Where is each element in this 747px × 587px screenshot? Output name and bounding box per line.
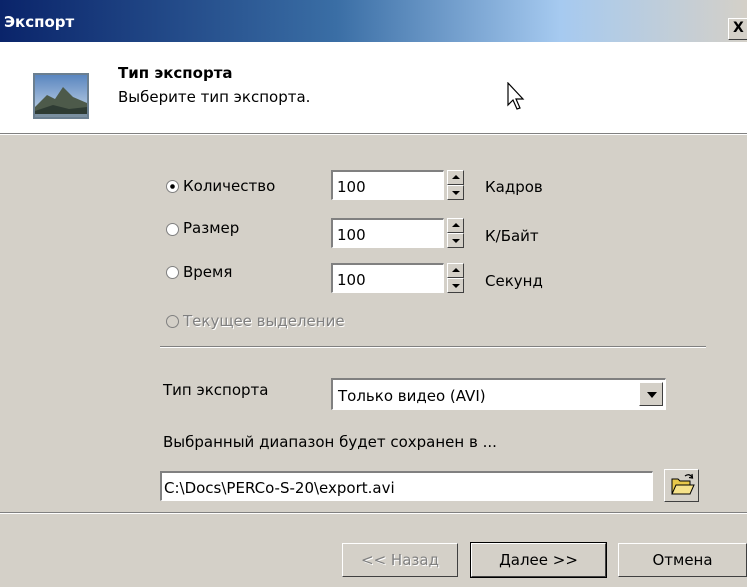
dropdown-button[interactable]	[639, 382, 663, 406]
arrow-down-icon	[452, 191, 460, 195]
arrow-up-icon	[452, 175, 460, 179]
chevron-down-icon	[647, 392, 657, 398]
radio-time[interactable]	[166, 266, 179, 279]
next-button[interactable]: Далее >>	[470, 542, 607, 578]
path-input[interactable]: C:\Docs\PERCo-S-20\export.avi	[160, 471, 653, 501]
footer-divider	[0, 512, 747, 514]
header-title: Тип экспорта	[118, 64, 233, 82]
spin-up-button[interactable]	[447, 218, 464, 233]
cancel-button-label: Отмена	[652, 551, 713, 569]
open-folder-icon	[671, 473, 695, 495]
header-divider	[0, 134, 747, 135]
arrow-up-icon	[452, 223, 460, 227]
spin-down-button[interactable]	[447, 233, 464, 248]
header-subtitle: Выберите тип экспорта.	[118, 88, 311, 106]
quantity-input[interactable]: 100	[331, 170, 444, 200]
landscape-picture-icon	[33, 73, 89, 119]
time-unit: Секунд	[485, 272, 543, 290]
cancel-button[interactable]: Отмена	[618, 543, 747, 577]
export-type-label: Тип экспорта	[163, 381, 269, 399]
radio-current-selection-label: Текущее выделение	[183, 312, 345, 330]
export-type-value: Только видео (AVI)	[338, 387, 486, 405]
close-icon: X	[733, 20, 744, 36]
quantity-unit: Кадров	[485, 178, 543, 196]
spin-up-button[interactable]	[447, 263, 464, 278]
back-button: << Назад	[342, 543, 458, 577]
radio-size-label[interactable]: Размер	[183, 219, 239, 237]
arrow-up-icon	[452, 268, 460, 272]
radio-quantity-label[interactable]: Количество	[183, 177, 275, 195]
arrow-down-icon	[452, 239, 460, 243]
size-spinner[interactable]	[447, 218, 464, 248]
destination-label: Выбранный диапазон будет сохранен в ...	[163, 433, 497, 451]
radio-current-selection	[166, 315, 179, 328]
spin-down-button[interactable]	[447, 278, 464, 293]
radio-time-label[interactable]: Время	[183, 263, 232, 281]
spin-down-button[interactable]	[447, 185, 464, 200]
time-spinner[interactable]	[447, 263, 464, 293]
size-input[interactable]: 100	[331, 218, 444, 248]
next-button-label: Далее >>	[499, 551, 578, 569]
separator	[160, 346, 706, 348]
mouse-cursor-icon	[507, 82, 525, 110]
quantity-spinner[interactable]	[447, 170, 464, 200]
export-type-select[interactable]: Только видео (AVI)	[331, 378, 666, 410]
time-input[interactable]: 100	[331, 263, 444, 293]
window-title: Экспорт	[4, 13, 75, 31]
size-unit: К/Байт	[485, 227, 539, 245]
back-button-label: << Назад	[361, 551, 439, 569]
title-bar: Экспорт X	[0, 0, 747, 42]
radio-size[interactable]	[166, 223, 179, 236]
spin-up-button[interactable]	[447, 170, 464, 185]
wizard-header: Тип экспорта Выберите тип экспорта.	[0, 42, 747, 134]
browse-button[interactable]	[664, 469, 699, 502]
close-button[interactable]: X	[728, 18, 747, 40]
arrow-down-icon	[452, 284, 460, 288]
radio-quantity[interactable]	[166, 180, 179, 193]
